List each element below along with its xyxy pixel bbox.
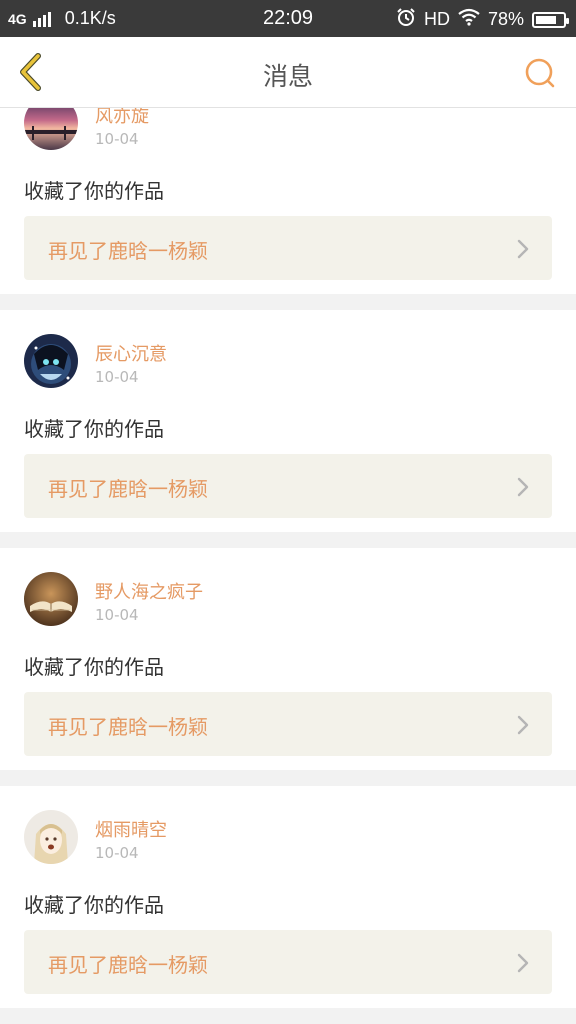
message-action: 收藏了你的作品 bbox=[24, 655, 164, 679]
work-title: 再见了鹿晗一杨颖 bbox=[48, 477, 208, 501]
chevron-right-icon bbox=[517, 239, 529, 259]
work-link[interactable]: 再见了鹿晗一杨颖 bbox=[24, 454, 552, 518]
message-date: 10-04 bbox=[95, 368, 139, 386]
username[interactable]: 烟雨晴空 bbox=[95, 816, 167, 842]
message-action: 收藏了你的作品 bbox=[24, 893, 164, 917]
message-list: 风亦旋 10-04 收藏了你的作品 再见了鹿晗一杨颖 辰心沉意 10-04 收藏… bbox=[0, 108, 576, 1024]
chevron-right-icon bbox=[517, 953, 529, 973]
chevron-right-icon bbox=[517, 715, 529, 735]
alarm-icon bbox=[396, 7, 416, 32]
avatar[interactable] bbox=[24, 334, 78, 388]
work-link[interactable]: 再见了鹿晗一杨颖 bbox=[24, 692, 552, 756]
search-button[interactable] bbox=[520, 53, 560, 93]
search-icon bbox=[525, 58, 555, 88]
battery-icon bbox=[532, 11, 569, 28]
message-card: 风亦旋 10-04 收藏了你的作品 再见了鹿晗一杨颖 bbox=[0, 108, 576, 294]
message-date: 10-04 bbox=[95, 130, 139, 148]
username[interactable]: 野人海之疯子 bbox=[95, 578, 203, 604]
wifi-icon bbox=[458, 8, 480, 31]
message-action: 收藏了你的作品 bbox=[24, 417, 164, 441]
hd-label: HD bbox=[423, 9, 450, 29]
work-title: 再见了鹿晗一杨颖 bbox=[48, 239, 208, 263]
work-link[interactable]: 再见了鹿晗一杨颖 bbox=[24, 216, 552, 280]
work-title: 再见了鹿晗一杨颖 bbox=[48, 953, 208, 977]
work-title: 再见了鹿晗一杨颖 bbox=[48, 715, 208, 739]
username[interactable]: 辰心沉意 bbox=[95, 340, 167, 366]
message-card: 烟雨晴空 10-04 收藏了你的作品 再见了鹿晗一杨颖 bbox=[0, 786, 576, 1008]
work-link[interactable]: 再见了鹿晗一杨颖 bbox=[24, 930, 552, 994]
app-header: 消息 bbox=[0, 37, 576, 108]
chevron-right-icon bbox=[517, 477, 529, 497]
username[interactable]: 风亦旋 bbox=[95, 108, 149, 128]
message-date: 10-04 bbox=[95, 606, 139, 624]
avatar[interactable] bbox=[24, 572, 78, 626]
battery-fill bbox=[536, 15, 557, 24]
avatar[interactable] bbox=[24, 810, 78, 864]
message-action: 收藏了你的作品 bbox=[24, 179, 164, 203]
message-date: 10-04 bbox=[95, 844, 139, 862]
status-right: HD 78% bbox=[396, 7, 569, 32]
status-bar: 4G 0.1K/s 22:09 HD 78% bbox=[0, 0, 576, 37]
message-card: 野人海之疯子 10-04 收藏了你的作品 再见了鹿晗一杨颖 bbox=[0, 548, 576, 770]
battery-percent: 78% bbox=[487, 9, 524, 29]
page-title: 消息 bbox=[262, 62, 313, 91]
message-card: 辰心沉意 10-04 收藏了你的作品 再见了鹿晗一杨颖 bbox=[0, 310, 576, 532]
avatar[interactable] bbox=[24, 108, 78, 150]
